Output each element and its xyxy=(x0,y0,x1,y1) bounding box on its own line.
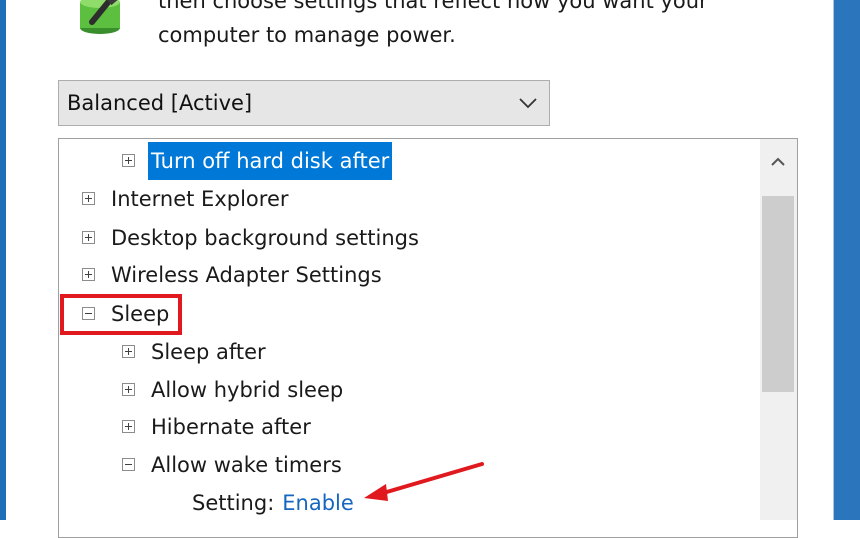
chevron-down-icon[interactable] xyxy=(517,92,539,114)
tree-item-label: Allow hybrid sleep xyxy=(151,378,344,402)
sleep-highlight-annotation xyxy=(60,294,182,335)
description-line-2: computer to manage power. xyxy=(158,23,456,47)
plus-box-icon[interactable] xyxy=(82,231,95,244)
tree-item-label: Wireless Adapter Settings xyxy=(111,263,382,287)
minus-box-icon[interactable] xyxy=(122,458,135,471)
window-right-border-edge xyxy=(833,0,834,520)
window-left-border xyxy=(0,0,6,520)
plus-box-icon[interactable] xyxy=(82,192,95,205)
plus-box-icon[interactable] xyxy=(122,383,135,396)
tree-scrollbar-thumb[interactable] xyxy=(762,196,794,392)
setting-value-link[interactable]: Enable xyxy=(282,491,354,515)
wake-timers-setting: Setting: Enable xyxy=(192,484,354,522)
plus-box-icon[interactable] xyxy=(82,268,95,281)
setting-label: Setting: xyxy=(192,491,275,515)
tree-item-label: Turn off hard disk after xyxy=(148,142,393,180)
plus-box-icon[interactable] xyxy=(122,154,135,167)
power-plug-battery-icon xyxy=(70,0,130,38)
tree-item-label: Desktop background settings xyxy=(111,226,419,250)
red-arrow-icon xyxy=(358,458,488,504)
power-plan-selected-value: Balanced [Active] xyxy=(67,91,253,115)
window-right-border xyxy=(833,0,860,520)
tree-item-label: Sleep after xyxy=(151,340,266,364)
plus-box-icon[interactable] xyxy=(122,345,135,358)
chevron-up-icon[interactable] xyxy=(764,148,792,176)
tree-item-label: Internet Explorer xyxy=(111,187,289,211)
tree-item-label: Hibernate after xyxy=(151,415,311,439)
description-line-1: then choose settings that reflect how yo… xyxy=(158,0,708,13)
tree-item-label: Allow wake timers xyxy=(151,453,342,477)
power-plan-description: then choose settings that reflect how yo… xyxy=(158,0,708,52)
power-plan-dropdown[interactable]: Balanced [Active] xyxy=(58,80,550,126)
plus-box-icon[interactable] xyxy=(122,420,135,433)
